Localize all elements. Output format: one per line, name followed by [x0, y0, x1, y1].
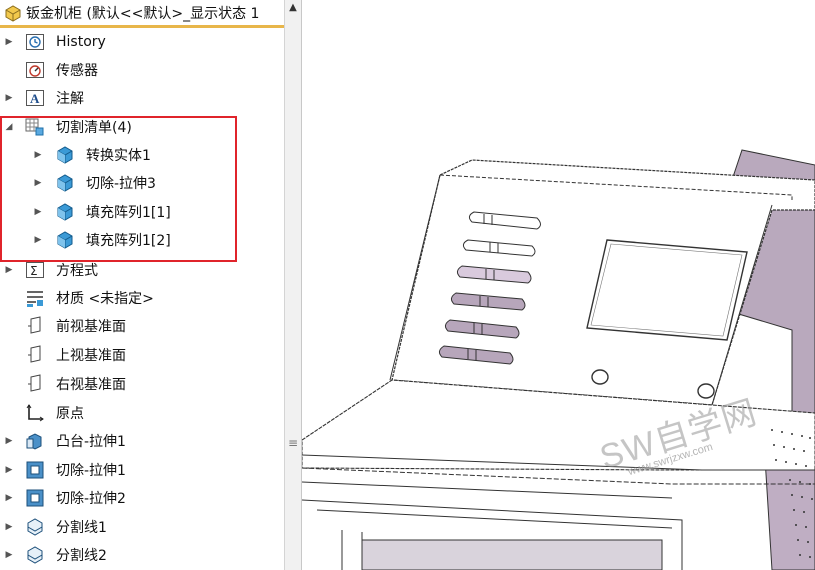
solid-body-icon: [55, 173, 75, 193]
tree-item-label: 凸台-拉伸1: [56, 434, 126, 450]
expand-arrow-icon[interactable]: ▶: [33, 178, 43, 188]
cabinet-model: [302, 149, 815, 570]
expand-arrow-icon[interactable]: ▶: [4, 522, 14, 532]
tree-item-body[interactable]: ▶ 转换实体1: [0, 141, 284, 169]
tree-item-split-line[interactable]: ▶ 分割线2: [0, 541, 284, 569]
tree-item-boss-extrude[interactable]: ▶ 凸台-拉伸1: [0, 427, 284, 455]
tree-item-label: 注解: [56, 91, 84, 107]
equation-icon: Σ: [25, 260, 45, 280]
feature-manager-tree: 钣金机柜 (默认<<默认>_显示状态 1 ▶ History 传感器 ▶ A 注…: [0, 0, 284, 570]
expand-arrow-icon[interactable]: ▶: [4, 493, 14, 503]
tree-item-label: 切除-拉伸3: [86, 176, 156, 192]
tree-root-label: 钣金机柜 (默认<<默认>_显示状态 1: [26, 5, 260, 22]
tree-item-label: 上视基准面: [56, 348, 126, 364]
expand-arrow-icon[interactable]: ▶: [4, 465, 14, 475]
tree-item-body[interactable]: ▶ 填充阵列1[1]: [0, 198, 284, 226]
tree-item-label: 右视基准面: [56, 377, 126, 393]
plane-icon: [25, 316, 45, 336]
expand-arrow-icon[interactable]: ▶: [4, 265, 14, 275]
cut-list-icon: [25, 117, 45, 137]
tree-item-cut-extrude[interactable]: ▶ 切除-拉伸2: [0, 484, 284, 512]
tree-item-label: 填充阵列1[2]: [86, 233, 171, 249]
tree-item-label: 分割线2: [56, 548, 107, 564]
history-icon: [25, 32, 45, 52]
sheet-metal-part-icon: [5, 4, 21, 22]
solid-body-icon: [55, 145, 75, 165]
scroll-up-arrow-icon[interactable]: ▲: [285, 0, 301, 16]
tree-item-equations[interactable]: ▶ Σ 方程式: [0, 256, 284, 284]
expand-arrow-icon[interactable]: ▶: [4, 93, 14, 103]
tree-item-annotations[interactable]: ▶ A 注解: [0, 84, 284, 112]
tree-item-label: 切除-拉伸1: [56, 463, 126, 479]
tree-item-label: 前视基准面: [56, 319, 126, 335]
panel-splitter-handle[interactable]: ≡: [286, 430, 300, 456]
split-line-icon: [25, 517, 45, 537]
tree-scrollbar[interactable]: ▲: [284, 0, 302, 570]
annotation-icon: A: [25, 88, 45, 108]
material-icon: [25, 288, 45, 308]
tree-item-history[interactable]: ▶ History: [0, 28, 284, 56]
tree-item-label: 原点: [56, 406, 84, 422]
expand-arrow-icon[interactable]: ▶: [33, 207, 43, 217]
collapse-arrow-icon[interactable]: ◢: [4, 122, 14, 132]
origin-icon: [25, 403, 45, 423]
tree-item-material[interactable]: 材质 <未指定>: [0, 284, 284, 312]
tree-item-label: History: [56, 34, 106, 50]
plane-icon: [25, 374, 45, 394]
tree-item-label: 材质 <未指定>: [56, 291, 154, 307]
tree-item-cut-list[interactable]: ◢ 切割清单(4): [0, 113, 284, 141]
tree-item-label: 方程式: [56, 263, 98, 279]
tree-root-header[interactable]: 钣金机柜 (默认<<默认>_显示状态 1: [0, 0, 284, 28]
tree-item-origin[interactable]: 原点: [0, 399, 284, 427]
boss-extrude-icon: [25, 431, 45, 451]
tree-item-split-line[interactable]: ▶ 分割线1: [0, 513, 284, 541]
tree-item-body[interactable]: ▶ 填充阵列1[2]: [0, 226, 284, 254]
split-line-icon: [25, 545, 45, 565]
expand-arrow-icon[interactable]: ▶: [4, 436, 14, 446]
expand-arrow-icon[interactable]: ▶: [33, 150, 43, 160]
tree-item-right-plane[interactable]: 右视基准面: [0, 370, 284, 398]
solid-body-icon: [55, 202, 75, 222]
tree-item-label: 转换实体1: [86, 148, 151, 164]
svg-text:Σ: Σ: [30, 264, 38, 278]
solid-body-icon: [55, 230, 75, 250]
cut-extrude-icon: [25, 460, 45, 480]
tree-item-top-plane[interactable]: 上视基准面: [0, 341, 284, 369]
tree-item-label: 传感器: [56, 63, 98, 79]
expand-arrow-icon[interactable]: ▶: [4, 550, 14, 560]
tree-item-label: 填充阵列1[1]: [86, 205, 171, 221]
plane-icon: [25, 345, 45, 365]
expand-arrow-icon[interactable]: ▶: [33, 235, 43, 245]
tree-item-label: 切除-拉伸2: [56, 491, 126, 507]
tree-item-sensors[interactable]: 传感器: [0, 56, 284, 84]
tree-item-cut-extrude[interactable]: ▶ 切除-拉伸1: [0, 456, 284, 484]
expand-arrow-icon[interactable]: ▶: [4, 37, 14, 47]
tree-item-body[interactable]: ▶ 切除-拉伸3: [0, 169, 284, 197]
graphics-viewport[interactable]: [302, 0, 815, 570]
sensor-icon: [25, 60, 45, 80]
tree-item-label: 分割线1: [56, 520, 107, 536]
cut-extrude-icon: [25, 488, 45, 508]
tree-item-front-plane[interactable]: 前视基准面: [0, 312, 284, 340]
svg-text:A: A: [30, 91, 40, 106]
tree-item-label: 切割清单(4): [56, 120, 132, 136]
